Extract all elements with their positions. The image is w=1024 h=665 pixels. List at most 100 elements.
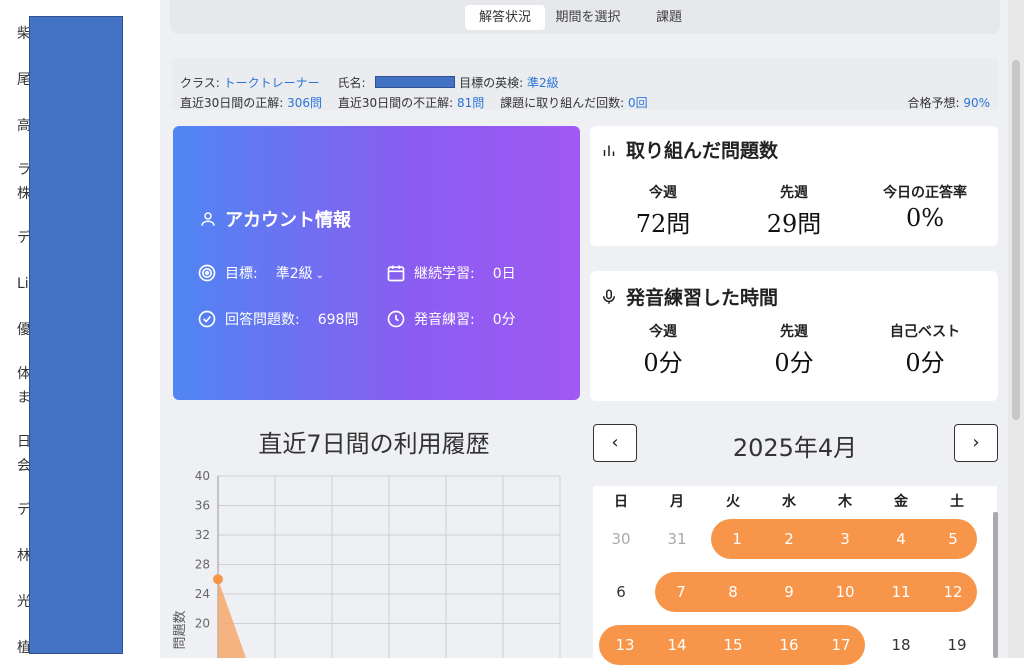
streak-value: 0日 <box>492 266 516 282</box>
pass-prediction: 合格予想: 90% <box>907 94 990 111</box>
pron-item: 発音練習: 0分 <box>386 309 516 329</box>
weekday-fri: 金 <box>894 494 908 510</box>
weekday-thu: 木 <box>838 494 852 510</box>
left-list: 柴 尾 高 ラ 株 デ Li 優 体 ま 日 会 デ 林 光 植 <box>0 0 160 658</box>
answered-value: 698問 <box>317 312 359 328</box>
weekday-tue: 火 <box>726 494 740 510</box>
calendar-day[interactable]: 30 <box>593 530 649 548</box>
history-chart: 20 24 28 32 36 40 問題数 <box>173 469 561 658</box>
calendar-day[interactable]: 10 <box>817 583 873 601</box>
weekday-wed: 水 <box>782 494 796 510</box>
calendar-day[interactable]: 18 <box>873 636 929 654</box>
check-circle-icon <box>198 310 216 328</box>
calendar-title: 2025年4月 <box>732 434 858 462</box>
scrollbar-thumb[interactable] <box>1012 60 1020 420</box>
y-axis-label: 問題数 <box>173 610 188 649</box>
calendar-day[interactable]: 3 <box>817 530 873 548</box>
streak-label: 継続学習: <box>414 266 475 282</box>
calendar-day[interactable]: 1 <box>709 530 765 548</box>
list-item[interactable]: Li <box>17 276 29 293</box>
problems-title: 取り組んだ問題数 <box>600 136 778 163</box>
calendar-day[interactable]: 8 <box>705 583 761 601</box>
weekday-sun: 日 <box>614 494 628 510</box>
target-label: 目標の英検: <box>459 76 528 90</box>
calendar-day[interactable]: 14 <box>649 636 705 654</box>
correct-value: 306問 <box>287 96 323 110</box>
account-card: アカウント情報 目標: 準2級 ⌄ 継続学習: 0日 回答問題数: 698問 発音… <box>173 126 580 400</box>
name-label: 氏名: <box>337 76 370 90</box>
tasks-value: 0回 <box>627 96 648 110</box>
pronunciation-card: 発音練習した時間 今週 0分 先週 0分 自己ベスト 0分 <box>590 271 998 401</box>
calendar-prev-button[interactable]: ‹ <box>593 424 637 462</box>
calendar-day[interactable]: 31 <box>649 530 705 548</box>
pron-value: 0分 <box>492 312 516 328</box>
calendar-day[interactable]: 6 <box>593 583 649 601</box>
weekday-mon: 月 <box>670 494 684 510</box>
tab-answer-status[interactable]: 解答状況 <box>465 5 545 30</box>
stat-last-week: 先週 29問 <box>766 185 822 238</box>
name-redaction <box>375 76 456 88</box>
target-value: 準2級 <box>527 76 559 90</box>
calendar-day[interactable]: 4 <box>873 530 929 548</box>
page-scrollbar[interactable] <box>1008 0 1024 658</box>
calendar-day[interactable]: 2 <box>761 530 817 548</box>
calendar-next-button[interactable]: › <box>954 424 998 462</box>
pron-this-week: 今週 0分 <box>643 324 683 377</box>
weekday-sat: 土 <box>950 494 964 510</box>
goal-value: 準2級 <box>275 266 313 282</box>
calendar-day[interactable]: 7 <box>653 583 709 601</box>
calendar-day[interactable]: 13 <box>597 636 653 654</box>
incorrect-label: 直近30日間の不正解: <box>337 96 458 110</box>
bar-chart-icon <box>603 145 615 156</box>
calendar-day[interactable]: 15 <box>705 636 761 654</box>
pron-personal-best: 自己ベスト 0分 <box>889 324 961 377</box>
calendar-scrollbar[interactable] <box>993 512 998 658</box>
pass-label: 合格予想: <box>907 96 964 110</box>
pass-value: 90% <box>963 96 990 110</box>
calendar-day[interactable]: 5 <box>925 530 981 548</box>
data-point <box>213 574 223 585</box>
streak-item: 継続学習: 0日 <box>386 263 516 283</box>
y-tick-label: 28 <box>195 558 210 572</box>
user-icon <box>201 212 215 226</box>
goal-select[interactable]: 準2級 ⌄ <box>276 263 324 283</box>
y-tick-label: 40 <box>195 469 210 483</box>
y-tick-label: 20 <box>195 617 210 631</box>
correct-label: 直近30日間の正解: <box>180 96 288 110</box>
answered-item: 回答問題数: 698問 <box>197 309 358 329</box>
pronunciation-title: 発音練習した時間 <box>600 283 778 310</box>
account-title: アカウント情報 <box>199 206 351 232</box>
microphone-icon <box>603 289 615 304</box>
calendar-day[interactable]: 12 <box>925 583 981 601</box>
calendar-icon <box>387 265 405 282</box>
history-title: 直近7日間の利用履歴 <box>258 430 490 458</box>
chevron-down-icon: ⌄ <box>315 270 325 281</box>
stat-today-accuracy: 今日の正答率 0% <box>883 185 967 232</box>
redaction-block <box>29 16 123 654</box>
calendar-day[interactable]: 11 <box>873 583 929 601</box>
calendar-day[interactable]: 17 <box>813 636 869 654</box>
class-value: トークトレーナー <box>223 76 320 90</box>
incorrect-value: 81問 <box>457 96 485 110</box>
goal-item: 目標: 準2級 ⌄ <box>197 263 324 283</box>
y-tick-label: 24 <box>195 587 210 601</box>
target-icon <box>198 264 216 282</box>
calendar-day[interactable]: 19 <box>929 636 985 654</box>
y-tick-label: 32 <box>195 528 210 542</box>
y-tick-label: 36 <box>195 499 210 513</box>
class-label: クラス: <box>180 76 224 90</box>
answered-label: 回答問題数: <box>225 312 300 328</box>
info-strip: クラス: トークトレーナー 氏名: 目標の英検: 準2級 直近30日間の正解: … <box>172 58 998 110</box>
clock-icon <box>387 310 405 328</box>
calendar-day[interactable]: 9 <box>761 583 817 601</box>
tab-select-period[interactable]: 期間を選択 <box>548 5 628 30</box>
pron-label: 発音練習: <box>414 312 475 328</box>
problems-card: 取り組んだ問題数 今週 72問 先週 29問 今日の正答率 0% <box>590 126 998 246</box>
pron-last-week: 先週 0分 <box>774 324 814 377</box>
tab-strip: 解答状況 期間を選択 課題 <box>170 0 1000 34</box>
goal-label: 目標: <box>225 266 258 282</box>
calendar-day[interactable]: 16 <box>761 636 817 654</box>
stat-this-week: 今週 72問 <box>635 185 691 238</box>
tasks-label: 課題に取り組んだ回数: <box>500 96 628 110</box>
tab-assignments[interactable]: 課題 <box>644 5 694 30</box>
